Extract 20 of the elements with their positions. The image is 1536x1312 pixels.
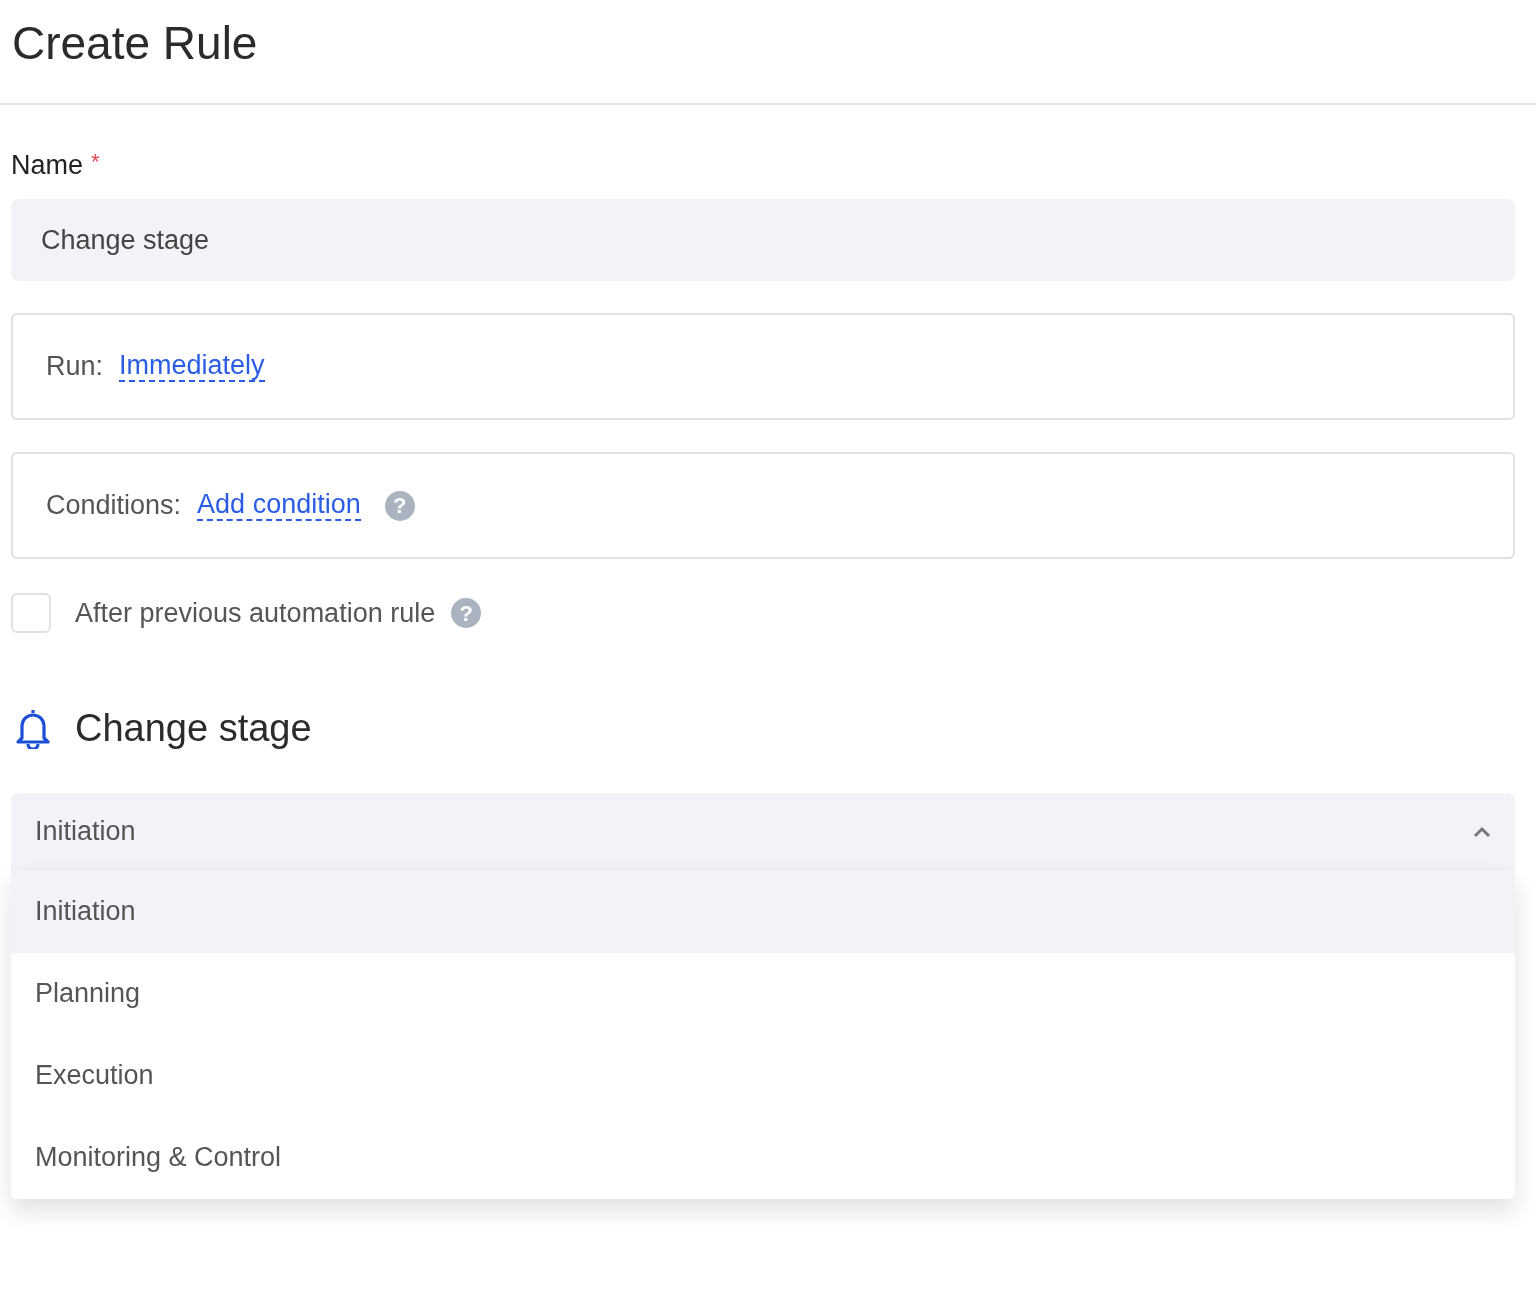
run-label: Run: — [46, 350, 104, 384]
conditions-label: Conditions: — [46, 489, 182, 523]
stage-select[interactable]: Initiation — [11, 792, 1515, 871]
conditions-link[interactable]: Add condition — [197, 489, 361, 522]
page-title: Create Rule — [12, 18, 259, 69]
help-icon: ? — [384, 490, 415, 521]
name-input[interactable]: Change stage — [11, 199, 1515, 282]
chevron-icon — [1473, 825, 1491, 838]
dropdown-option[interactable]: Execution — [11, 1034, 1515, 1117]
section-title: Change stage — [75, 705, 312, 751]
dropdown-option[interactable]: Monitoring & Control — [11, 1116, 1515, 1199]
bell-icon — [15, 707, 51, 750]
run-link[interactable]: Immediately — [119, 350, 265, 383]
dropdown-option[interactable]: Initiation — [11, 870, 1515, 953]
help-icon: ? — [451, 598, 482, 629]
field-label: Name — [11, 149, 84, 180]
checkbox-label: After previous automation rule — [75, 597, 436, 631]
required-mark: * — [91, 148, 100, 174]
dropdown-option[interactable]: Planning — [11, 952, 1515, 1035]
checkbox[interactable] — [11, 593, 51, 634]
